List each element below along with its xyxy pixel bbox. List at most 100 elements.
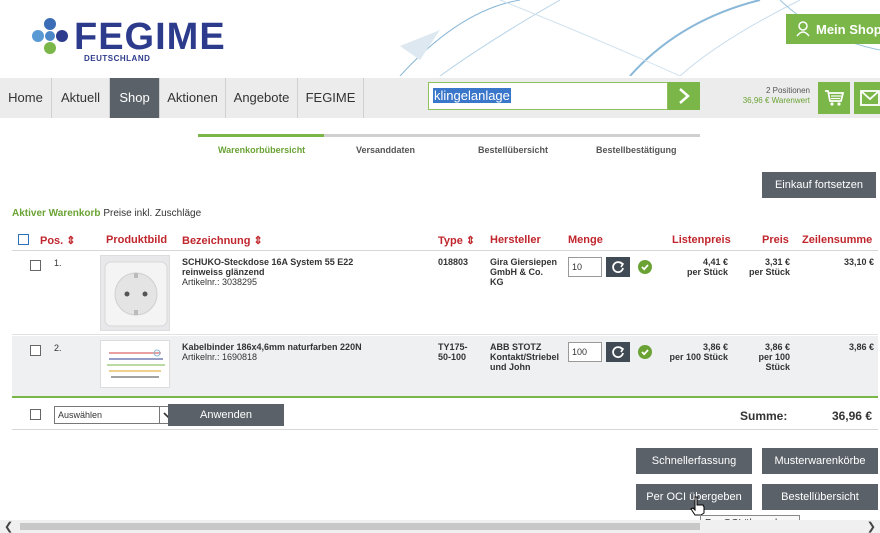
row-hersteller-2: GmbH & Co. <box>490 267 543 277</box>
bulk-checkbox[interactable] <box>30 409 41 420</box>
site-header: FEGIME DEUTSCHLAND Mein Shop <box>0 0 880 76</box>
nav-aktionen[interactable]: Aktionen <box>160 78 226 118</box>
row-type-2: 50-100 <box>438 352 467 362</box>
socket-image <box>104 261 168 327</box>
mail-button[interactable] <box>854 82 880 114</box>
row-bezeichnung[interactable]: Kabelbinder 186x4,6mm naturfarben 220N <box>182 342 362 352</box>
step-versanddaten[interactable]: Versanddaten <box>356 145 415 155</box>
checkout-steps: Warenkorbübersicht Versanddaten Bestellü… <box>198 134 700 155</box>
product-image[interactable] <box>100 340 170 388</box>
cart-title-note: Preise inkl. Zuschläge <box>100 208 202 219</box>
row-listenpreis-unit: per Stück <box>686 267 728 277</box>
scrollbar-thumb[interactable] <box>20 523 700 530</box>
refresh-icon <box>612 346 625 358</box>
mein-shop-label: Mein Shop <box>816 21 880 37</box>
summe-value: 36,96 € <box>831 409 872 423</box>
row-hersteller-1: Gira Giersiepen <box>490 257 558 267</box>
cart-summary[interactable]: 2 Positionen 36,96 € Warenwert <box>720 86 810 106</box>
row-type: 018803 <box>438 257 469 267</box>
table-row: 1. SCHUKO-Steckdose 16A System 55 E22 re… <box>12 251 878 335</box>
row-type-1: TY175- <box>438 342 468 352</box>
nav-shop[interactable]: Shop <box>110 78 160 118</box>
cart-title-active: Aktiver Warenkorb <box>12 208 101 219</box>
horizontal-scrollbar[interactable]: ❮ ❯ <box>0 520 880 533</box>
row-bezeichnung[interactable]: SCHUKO-Steckdose 16A System 55 E22 <box>182 257 353 267</box>
row-hersteller-2: Kontakt/Striebel <box>490 352 560 362</box>
row-hersteller-1: ABB STOTZ <box>490 342 542 352</box>
nav-aktuell[interactable]: Aktuell <box>52 78 110 118</box>
search-input[interactable]: klingelanlage <box>428 82 668 110</box>
cart-button[interactable] <box>818 82 850 114</box>
col-produktbild: Produktbild <box>106 234 168 246</box>
row-hersteller-3: KG <box>490 277 504 287</box>
col-listenpreis: Listenpreis <box>672 234 731 246</box>
logo-subtitle: DEUTSCHLAND <box>84 54 151 63</box>
row-summe: 3,86 € <box>848 342 874 352</box>
row-preis: 3,86 € <box>764 342 790 352</box>
row-artikelnr: Artikelnr.: 3038295 <box>182 277 258 287</box>
cart-positions: 2 Positionen <box>765 86 810 95</box>
steps-progress-active <box>198 134 324 137</box>
row-artikelnr: Artikelnr.: 1690818 <box>182 352 258 362</box>
nav-fegime[interactable]: FEGIME <box>298 78 364 118</box>
select-all-checkbox[interactable] <box>18 234 29 245</box>
hand-cursor-icon <box>690 496 705 516</box>
einkauf-fortsetzen-button[interactable]: Einkauf fortsetzen <box>762 172 876 198</box>
fegime-logo[interactable]: FEGIME DEUTSCHLAND <box>30 12 230 68</box>
step-bestellbestaetigung[interactable]: Bestellbestätigung <box>596 145 677 155</box>
row-preis: 3,31 € <box>764 257 790 267</box>
row-pos: 1. <box>54 258 62 268</box>
logo-wordmark: FEGIME <box>74 16 226 58</box>
refresh-icon <box>612 261 625 273</box>
col-pos[interactable]: Pos. ⇕ <box>40 234 76 247</box>
cable-ties-image <box>107 349 165 378</box>
row-listenpreis: 4,41 € <box>702 257 728 267</box>
bulk-action-row: Auswählen Anwenden Summe: 36,96 € <box>12 400 878 430</box>
row-hersteller-3: und John <box>490 362 531 372</box>
page: FEGIME DEUTSCHLAND Mein Shop Home Aktuel… <box>0 0 880 533</box>
col-menge: Menge <box>568 234 603 246</box>
summe-label: Summe: <box>740 409 788 423</box>
col-type[interactable]: Type ⇕ <box>438 234 475 247</box>
row-summe: 33,10 € <box>843 257 874 267</box>
search-button[interactable] <box>668 82 700 110</box>
musterwarenkoerbe-button[interactable]: Musterwarenkörbe <box>762 448 878 474</box>
anwenden-button[interactable]: Anwenden <box>168 404 284 426</box>
row-listenpreis-unit: per 100 Stück <box>669 352 728 362</box>
row-bezeichnung-2: reinweiss glänzend <box>182 267 265 277</box>
action-select-value: Auswählen <box>58 410 103 420</box>
refresh-button[interactable] <box>606 257 630 277</box>
table-row: 2. Kabelbinder 186x4,6mm naturfarben 220… <box>12 336 878 398</box>
row-pos: 2. <box>54 343 62 353</box>
col-zeilensumme: Zeilensumme <box>802 234 873 246</box>
nav-home[interactable]: Home <box>0 78 52 118</box>
table-header: Pos. ⇕ Produktbild Bezeichnung ⇕ Type ⇕ … <box>12 229 878 251</box>
fegime-logo-icon <box>32 18 68 54</box>
refresh-button[interactable] <box>606 342 630 362</box>
mein-shop-button[interactable]: Mein Shop <box>786 14 880 44</box>
user-icon <box>796 21 810 37</box>
mail-icon <box>860 90 880 106</box>
chevron-right-icon <box>679 88 690 104</box>
row-preis-unit: per 100 <box>758 352 790 362</box>
product-image[interactable] <box>100 255 170 331</box>
scroll-right-icon[interactable]: ❯ <box>867 520 876 533</box>
cart-title: Aktiver Warenkorb Preise inkl. Zuschläge <box>12 208 201 219</box>
col-bezeichnung[interactable]: Bezeichnung ⇕ <box>182 234 263 247</box>
step-warenkorbuebersicht[interactable]: Warenkorbübersicht <box>218 145 305 155</box>
action-select[interactable]: Auswählen <box>54 406 176 424</box>
step-bestelluebersicht[interactable]: Bestellübersicht <box>478 145 548 155</box>
row-checkbox[interactable] <box>30 260 41 271</box>
scroll-left-icon[interactable]: ❮ <box>4 520 13 533</box>
quantity-input[interactable]: 100 <box>568 342 602 362</box>
cart-icon <box>825 90 844 106</box>
schnellerfassung-button[interactable]: Schnellerfassung <box>636 448 752 474</box>
nav-angebote[interactable]: Angebote <box>226 78 298 118</box>
row-checkbox[interactable] <box>30 345 41 356</box>
row-listenpreis: 3,86 € <box>702 342 728 352</box>
bestelluebersicht-button[interactable]: Bestellübersicht <box>762 484 878 510</box>
cart-value: 36,96 € Warenwert <box>742 96 810 105</box>
row-preis-unit: per Stück <box>748 267 790 277</box>
row-preis-unit-2: Stück <box>765 362 790 372</box>
quantity-input[interactable]: 10 <box>568 257 602 277</box>
